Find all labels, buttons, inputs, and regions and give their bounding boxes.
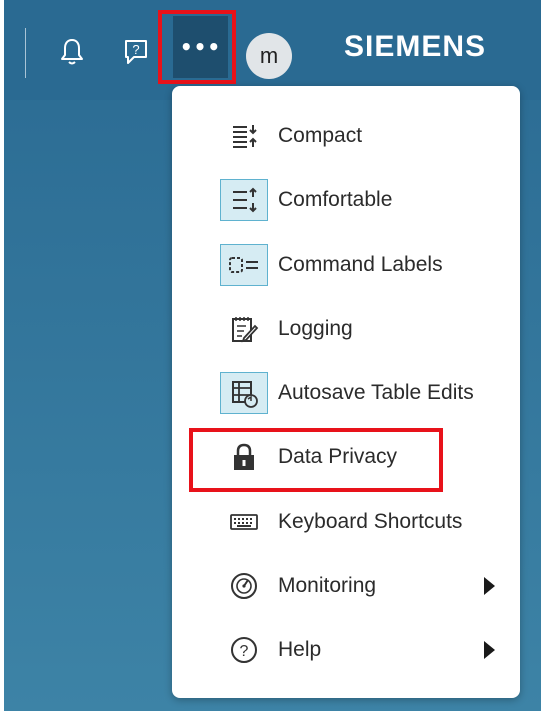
logging-icon	[220, 308, 268, 350]
lock-icon	[220, 436, 268, 478]
menu-item-logging[interactable]: Logging	[172, 301, 520, 357]
menu-item-label: Data Privacy	[278, 445, 398, 468]
menu-item-help[interactable]: ? Help	[172, 622, 520, 678]
avatar-initial: m	[259, 43, 279, 68]
more-icon: •••	[179, 35, 222, 59]
menu-item-label: Help	[278, 638, 322, 661]
svg-text:?: ?	[132, 42, 139, 57]
menu-item-label: Autosave Table Edits	[278, 381, 474, 404]
chevron-right-icon	[484, 577, 495, 595]
brand-logo: SIEMENS	[344, 30, 487, 63]
menu-item-label: Monitoring	[278, 574, 377, 597]
menu-item-data-privacy[interactable]: Data Privacy	[172, 429, 520, 485]
menu-item-autosave-table-edits[interactable]: Autosave Table Edits	[172, 365, 520, 421]
more-options-button[interactable]: •••	[173, 16, 228, 78]
frame-edge-right	[541, 0, 549, 711]
help-chat-icon: ?	[125, 40, 147, 64]
bell-icon	[61, 39, 83, 65]
compact-density-icon	[220, 115, 268, 157]
menu-item-label: Comfortable	[278, 188, 393, 211]
menu-item-keyboard-shortcuts[interactable]: Keyboard Shortcuts	[172, 494, 520, 550]
menu-item-comfortable[interactable]: Comfortable	[172, 172, 520, 228]
menu-item-label: Compact	[278, 124, 363, 147]
menu-item-monitoring[interactable]: Monitoring	[172, 558, 520, 614]
keyboard-icon	[220, 501, 268, 543]
comfortable-density-icon	[220, 179, 268, 221]
notifications-button[interactable]	[52, 30, 92, 74]
more-options-menu: Compact Comfortable Command Labels Loggi…	[172, 86, 520, 698]
autosave-table-icon	[220, 372, 268, 414]
frame-edge-left	[0, 0, 4, 711]
svg-text:?: ?	[240, 643, 249, 660]
menu-item-label: Keyboard Shortcuts	[278, 510, 463, 533]
chevron-right-icon	[484, 641, 495, 659]
menu-item-label: Command Labels	[278, 253, 443, 276]
avatar[interactable]: m	[246, 33, 292, 79]
menu-item-command-labels[interactable]: Command Labels	[172, 237, 520, 293]
menu-item-label: Logging	[278, 317, 353, 340]
gauge-icon	[220, 565, 268, 607]
header-divider	[25, 28, 26, 78]
command-labels-icon	[220, 244, 268, 286]
help-chat-button[interactable]: ?	[116, 30, 156, 74]
help-circle-icon: ?	[220, 629, 268, 671]
menu-item-compact[interactable]: Compact	[172, 108, 520, 164]
